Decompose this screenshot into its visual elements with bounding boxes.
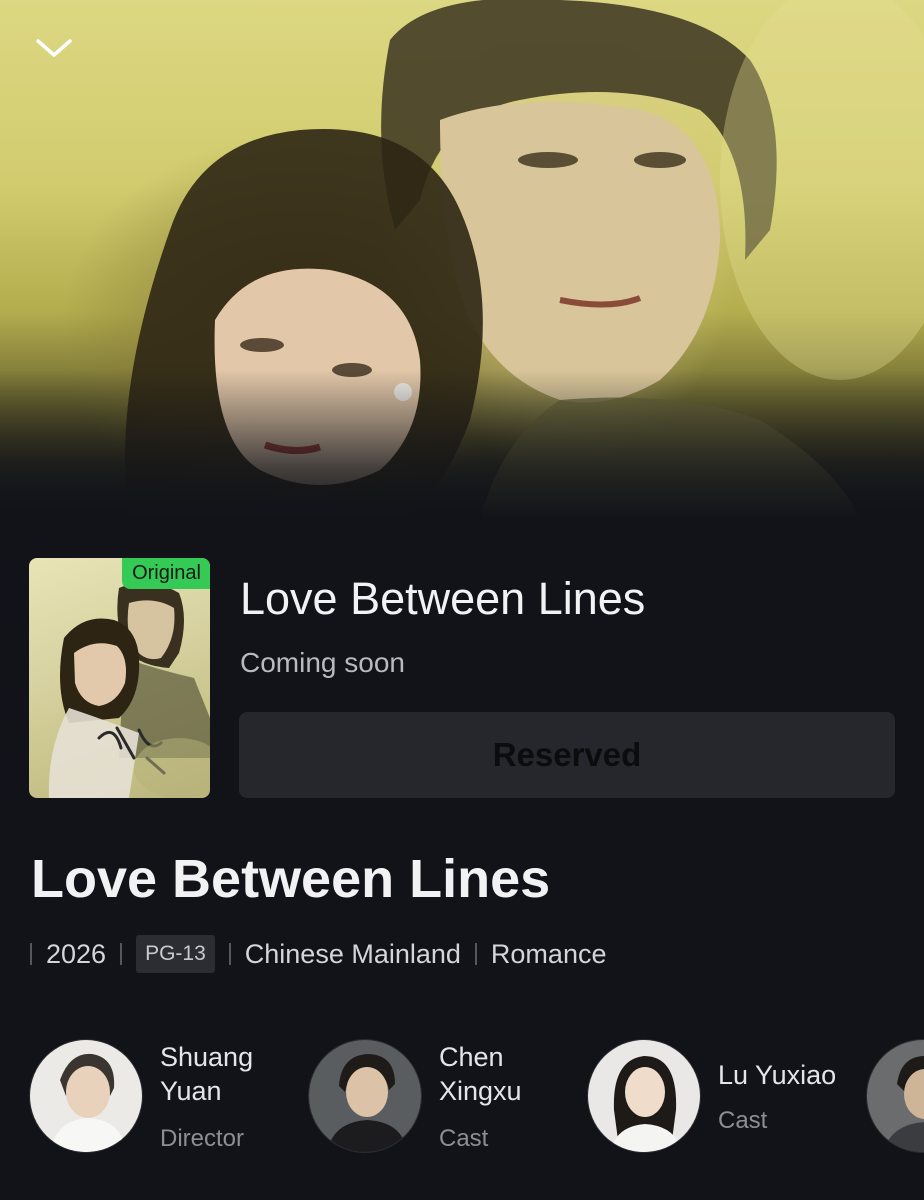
page-title: Love Between Lines xyxy=(31,849,551,909)
show-detail-page: Original Love Between Lines Coming soon … xyxy=(0,0,924,1200)
chevron-down-icon xyxy=(36,39,72,57)
cast-item-shuang-yuan[interactable]: Shuang Yuan Director xyxy=(29,1036,289,1166)
cast-name: Lu Yuxiao xyxy=(718,1060,837,1090)
content-rating-badge: PG-13 xyxy=(136,935,215,973)
poster-thumbnail: Original xyxy=(29,558,210,798)
release-status: Coming soon xyxy=(240,647,405,678)
avatar xyxy=(29,1039,143,1153)
avatar xyxy=(308,1039,422,1153)
cast-name: Chen xyxy=(439,1042,504,1072)
divider xyxy=(474,943,477,965)
cast-role: Director xyxy=(160,1125,245,1152)
poster-artwork xyxy=(48,583,210,798)
avatar xyxy=(587,1039,701,1153)
cast-role: Cast xyxy=(439,1125,489,1152)
avatar xyxy=(866,1039,924,1153)
release-year: 2026 xyxy=(46,938,107,969)
cast-name: Xingxu xyxy=(439,1076,522,1106)
cast-role: Cast xyxy=(718,1107,768,1134)
genre-label: Romance xyxy=(490,938,607,969)
cast-item-partial[interactable] xyxy=(866,1036,924,1166)
region-label: Chinese Mainland xyxy=(244,938,461,969)
reserve-button[interactable]: Reserved xyxy=(239,712,895,798)
hero-banner-image xyxy=(0,0,924,520)
cast-name: Shuang xyxy=(160,1042,254,1072)
divider xyxy=(228,943,231,965)
cast-item-chen-xingxu[interactable]: Chen Xingxu Cast xyxy=(308,1036,568,1166)
cast-item-lu-yuxiao[interactable]: Lu Yuxiao Cast xyxy=(587,1036,847,1166)
cast-name: Yuan xyxy=(160,1076,222,1106)
original-badge: Original xyxy=(122,558,210,589)
divider xyxy=(30,943,32,965)
meta-row: 2026 PG-13 Chinese Mainland Romance xyxy=(30,934,620,974)
show-title: Love Between Lines xyxy=(240,573,646,624)
divider xyxy=(120,943,123,965)
collapse-button[interactable] xyxy=(34,36,86,76)
cast-list: Shuang Yuan Director Chen Xingxu Cast Lu… xyxy=(0,1036,924,1200)
